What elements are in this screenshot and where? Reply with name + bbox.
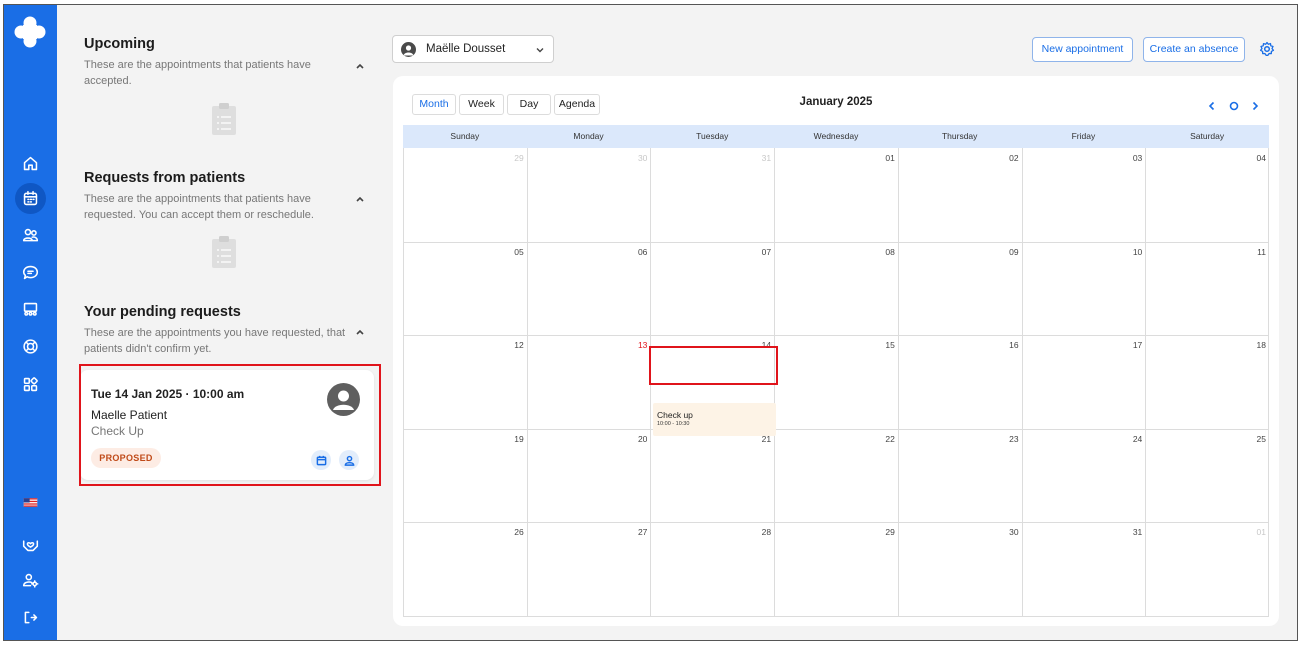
day-number[interactable]: 22: [865, 434, 894, 444]
grid-divider: [897, 148, 899, 616]
day-number[interactable]: 03: [1112, 153, 1142, 163]
team-icon[interactable]: [18, 297, 42, 321]
day-number[interactable]: 08: [865, 247, 894, 257]
chevron-down-icon: [536, 48, 544, 53]
day-number[interactable]: 06: [617, 247, 647, 257]
day-number[interactable]: 19: [494, 434, 523, 444]
user-icon: [401, 42, 416, 57]
calendar-icon[interactable]: [15, 183, 46, 214]
day-number[interactable]: 02: [989, 153, 1018, 163]
gear-icon[interactable]: [1259, 41, 1275, 57]
us-flag-icon[interactable]: [18, 490, 42, 514]
month-grid: Sunday Monday Tuesday Wednesday Thursday Frid…: [403, 125, 1269, 617]
grid-divider: [1021, 148, 1023, 616]
day-number[interactable]: 15: [865, 340, 894, 350]
day-number[interactable]: 23: [989, 434, 1018, 444]
weekday-label: Friday: [1071, 131, 1096, 141]
day-number[interactable]: 24: [1112, 434, 1142, 444]
day-number[interactable]: 28: [741, 527, 771, 537]
requests-title: Requests from patients: [84, 170, 246, 186]
day-number[interactable]: 07: [741, 247, 771, 257]
upcoming-title: Upcoming: [84, 36, 155, 52]
chevron-up-icon[interactable]: [354, 325, 366, 337]
day-number[interactable]: 31: [741, 153, 771, 163]
event-title: Check up: [657, 410, 693, 420]
day-number[interactable]: 27: [617, 527, 647, 537]
day-number[interactable]: 11: [1236, 247, 1266, 257]
calendar-title: January 2025: [799, 96, 873, 108]
day-number[interactable]: 25: [1236, 434, 1266, 444]
day-number[interactable]: 30: [617, 153, 647, 163]
grid-divider: [526, 148, 528, 616]
weekday-label: Tuesday: [696, 131, 729, 141]
support-icon[interactable]: [18, 334, 42, 358]
create-absence-button[interactable]: Create an absence: [1143, 37, 1245, 62]
day-number[interactable]: 17: [1112, 340, 1142, 350]
chevron-left-icon[interactable]: [1206, 99, 1218, 111]
clipboard-icon: [212, 236, 236, 268]
weekday-label: Wednesday: [813, 131, 859, 141]
day-number[interactable]: 12: [494, 340, 523, 350]
new-appointment-button[interactable]: New appointment: [1032, 37, 1133, 62]
home-icon[interactable]: [18, 151, 42, 175]
logout-icon[interactable]: [18, 605, 42, 629]
weekday-label: Sunday: [450, 131, 480, 141]
day-number[interactable]: 29: [494, 153, 523, 163]
grid-divider: [403, 242, 1269, 243]
day-number[interactable]: 29: [865, 527, 894, 537]
day-number[interactable]: 16: [989, 340, 1018, 350]
chat-icon[interactable]: [18, 260, 42, 284]
pending-description: These are the appointments you have requ…: [84, 327, 346, 355]
user-settings-icon[interactable]: [18, 568, 42, 592]
calendar-event[interactable]: Check up 10:00 - 10:30: [653, 403, 776, 436]
day-number[interactable]: 04: [1236, 153, 1266, 163]
highlight-box: [649, 346, 778, 385]
chevron-right-icon[interactable]: [1249, 99, 1261, 111]
grid-divider: [403, 148, 404, 616]
day-number[interactable]: 13: [617, 340, 647, 350]
upcoming-description: These are the appointments that patients…: [84, 59, 311, 87]
day-number[interactable]: 05: [494, 247, 523, 257]
chevron-up-icon[interactable]: [354, 192, 366, 204]
calendar-panel: Month Week Day Agenda January 2025 Sunda…: [393, 76, 1279, 626]
chevron-up-icon[interactable]: [354, 59, 366, 71]
appointments-panel: Upcoming These are the appointments that…: [57, 5, 382, 640]
day-number[interactable]: 18: [1236, 340, 1266, 350]
requests-description: These are the appointments that patients…: [84, 193, 314, 221]
selected-practitioner: Maëlle Dousset: [426, 43, 506, 55]
day-number[interactable]: 01: [1236, 527, 1266, 537]
practitioner-select[interactable]: Maëlle Dousset: [392, 35, 554, 63]
day-number[interactable]: 01: [865, 153, 894, 163]
users-icon[interactable]: [18, 223, 42, 247]
weekday-label: Saturday: [1190, 131, 1225, 141]
highlight-box: [79, 364, 381, 486]
grid-divider: [1145, 148, 1147, 616]
day-number[interactable]: 26: [494, 527, 523, 537]
weekday-label: Thursday: [941, 131, 978, 141]
grid-divider: [403, 429, 1269, 430]
grid-divider: [1268, 148, 1269, 616]
pending-title: Your pending requests: [84, 304, 241, 320]
day-number[interactable]: 31: [1112, 527, 1142, 537]
event-time: 10:00 - 10:30: [657, 421, 690, 427]
day-number[interactable]: 09: [989, 247, 1018, 257]
care-icon[interactable]: [18, 532, 42, 556]
plus-logo[interactable]: [13, 15, 47, 49]
grid-divider: [403, 616, 1269, 617]
day-number[interactable]: 30: [989, 527, 1018, 537]
clipboard-icon: [212, 103, 236, 135]
day-number[interactable]: 20: [617, 434, 647, 444]
today-circle-icon[interactable]: [1228, 99, 1240, 111]
apps-icon[interactable]: [18, 372, 42, 396]
grid-divider: [403, 522, 1269, 523]
app-window: Upcoming These are the appointments that…: [3, 4, 1298, 641]
day-number[interactable]: 10: [1112, 247, 1142, 257]
weekday-header: Sunday Monday Tuesday Wednesday Thursday Frid…: [403, 125, 1269, 148]
sidebar: [4, 5, 57, 640]
weekday-label: Monday: [573, 131, 604, 141]
grid-divider: [403, 335, 1269, 336]
